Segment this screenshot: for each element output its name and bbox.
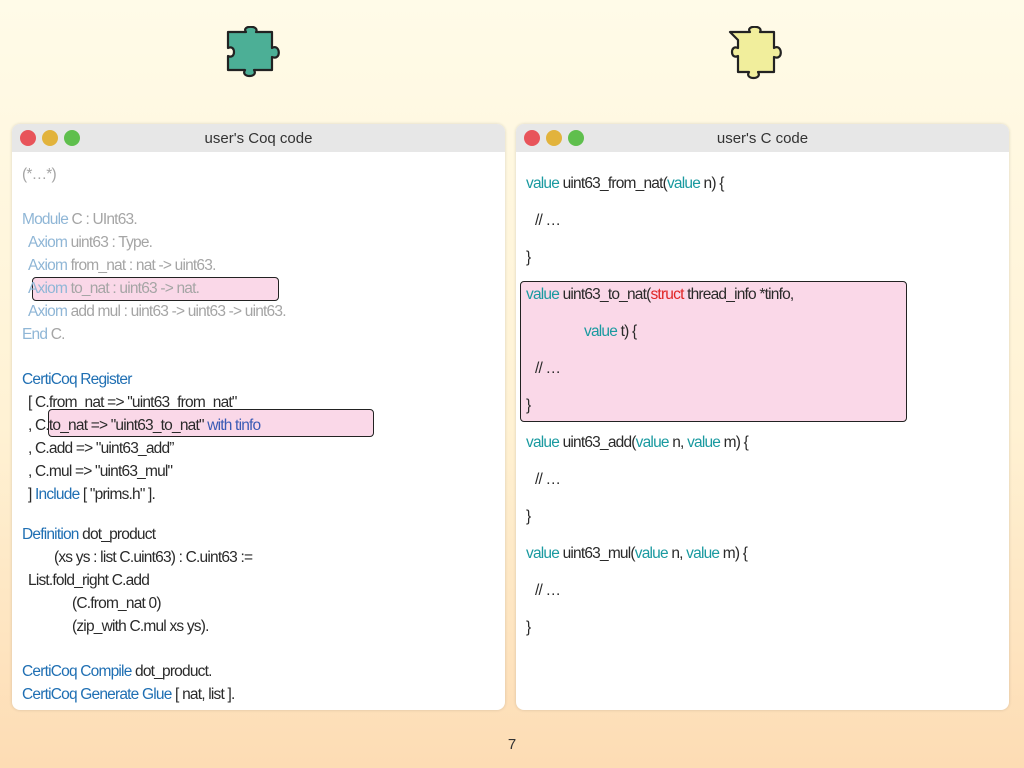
c-code-window: user's C code value uint63_from_nat(valu… xyxy=(516,124,1009,710)
code-line: } xyxy=(526,619,531,636)
code-line: Axiom to_nat : uint63 -> nat. xyxy=(28,280,200,297)
code-line: ] Include [ "prims.h" ]. xyxy=(28,486,156,503)
code-line: CertiCoq Generate Glue [ nat, list ]. xyxy=(22,686,235,703)
teal-puzzle-piece-icon xyxy=(226,26,280,78)
yellow-puzzle-piece-icon xyxy=(728,26,782,80)
coq-code-window: user's Coq code (*…*) Module C : UInt63.… xyxy=(12,124,505,710)
code-line: value uint63_from_nat(value n) { xyxy=(526,175,724,192)
code-line: [ C.from_nat => "uint63_from_nat" xyxy=(28,394,237,411)
code-line: , C.mul => "uint63_mul" xyxy=(28,463,173,480)
code-line: (*…*) xyxy=(22,166,57,183)
code-line: Module C : UInt63. xyxy=(22,211,138,228)
window-titlebar: user's Coq code xyxy=(12,124,505,152)
code-line: } xyxy=(526,397,531,414)
code-line: value uint63_to_nat(struct thread_info *… xyxy=(526,286,794,303)
code-line: value uint63_mul(value n, value m) { xyxy=(526,545,748,562)
code-line: CertiCoq Compile dot_product. xyxy=(22,663,212,680)
code-line: Definition dot_product xyxy=(22,526,156,543)
code-line: List.fold_right C.add xyxy=(28,572,150,589)
code-line: // … xyxy=(535,471,561,488)
window-titlebar: user's C code xyxy=(516,124,1009,152)
code-line: } xyxy=(526,508,531,525)
code-line: } xyxy=(526,249,531,266)
code-line: Axiom uint63 : Type. xyxy=(28,234,153,251)
code-line: End C. xyxy=(22,326,65,343)
window-title: user's Coq code xyxy=(204,130,313,147)
code-line: Axiom from_nat : nat -> uint63. xyxy=(28,257,216,274)
code-line: (C.from_nat 0) xyxy=(72,595,162,612)
code-line: // … xyxy=(535,212,561,229)
code-line: , C.to_nat => "uint63_to_nat" with tinfo xyxy=(28,417,261,434)
code-line: // … xyxy=(535,360,561,377)
code-line: value uint63_add(value n, value m) { xyxy=(526,434,749,451)
code-line: Axiom add mul : uint63 -> uint63 -> uint… xyxy=(28,303,287,320)
code-line: CertiCoq Register xyxy=(22,371,132,388)
code-line: // … xyxy=(535,582,561,599)
code-line: , C.add => "uint63_add” xyxy=(28,440,174,457)
code-line: (zip_with C.mul xs ys). xyxy=(72,618,209,635)
code-line: (xs ys : list C.uint63) : C.uint63 := xyxy=(54,549,253,566)
code-line: value t) { xyxy=(584,323,637,340)
page-number: 7 xyxy=(507,736,517,753)
window-title: user's C code xyxy=(716,130,809,147)
